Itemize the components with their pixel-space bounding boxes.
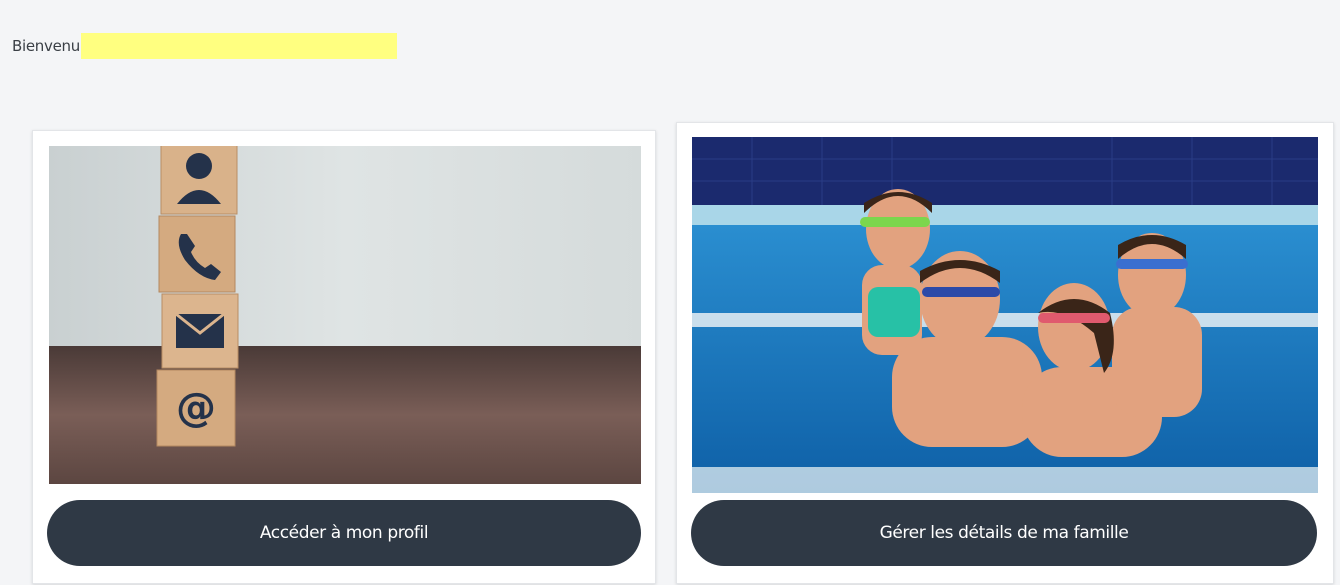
svg-text:@: @ bbox=[176, 385, 216, 431]
profile-card: @ Accéder à mon profil bbox=[32, 130, 656, 584]
welcome-message: Bienvenu bbox=[12, 33, 397, 59]
family-card: Gérer les détails de ma famille bbox=[676, 122, 1334, 584]
family-card-image bbox=[692, 137, 1318, 493]
user-name-redacted bbox=[80, 33, 397, 59]
welcome-text: Bienvenu bbox=[12, 37, 80, 55]
access-profile-button[interactable]: Accéder à mon profil bbox=[47, 500, 641, 566]
profile-card-image: @ bbox=[49, 146, 641, 484]
manage-family-button[interactable]: Gérer les détails de ma famille bbox=[691, 500, 1317, 566]
